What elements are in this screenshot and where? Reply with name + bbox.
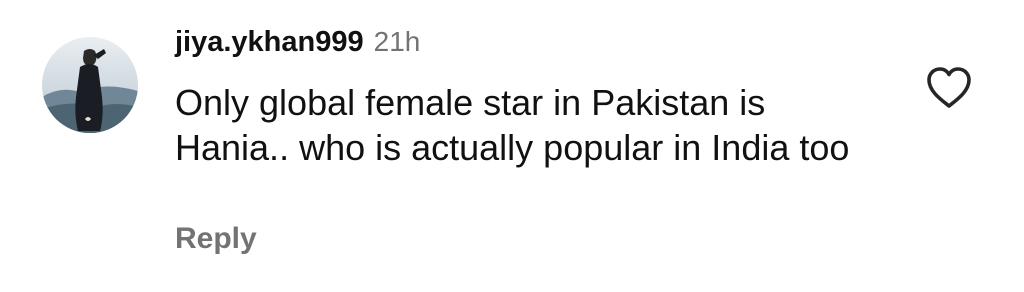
timestamp: 21h [373, 26, 421, 57]
comment-text: Only global female star in Pakistan is H… [175, 82, 850, 168]
reply-button[interactable]: Reply [175, 222, 257, 256]
like-button[interactable] [925, 66, 973, 110]
avatar-photo [42, 37, 138, 133]
comment: jiya.ykhan999 21h Only global female sta… [0, 0, 1024, 292]
avatar[interactable] [42, 37, 138, 133]
comment-header: jiya.ykhan999 21h [175, 26, 420, 59]
username[interactable]: jiya.ykhan999 [175, 26, 364, 59]
heart-outline-icon [927, 67, 971, 108]
